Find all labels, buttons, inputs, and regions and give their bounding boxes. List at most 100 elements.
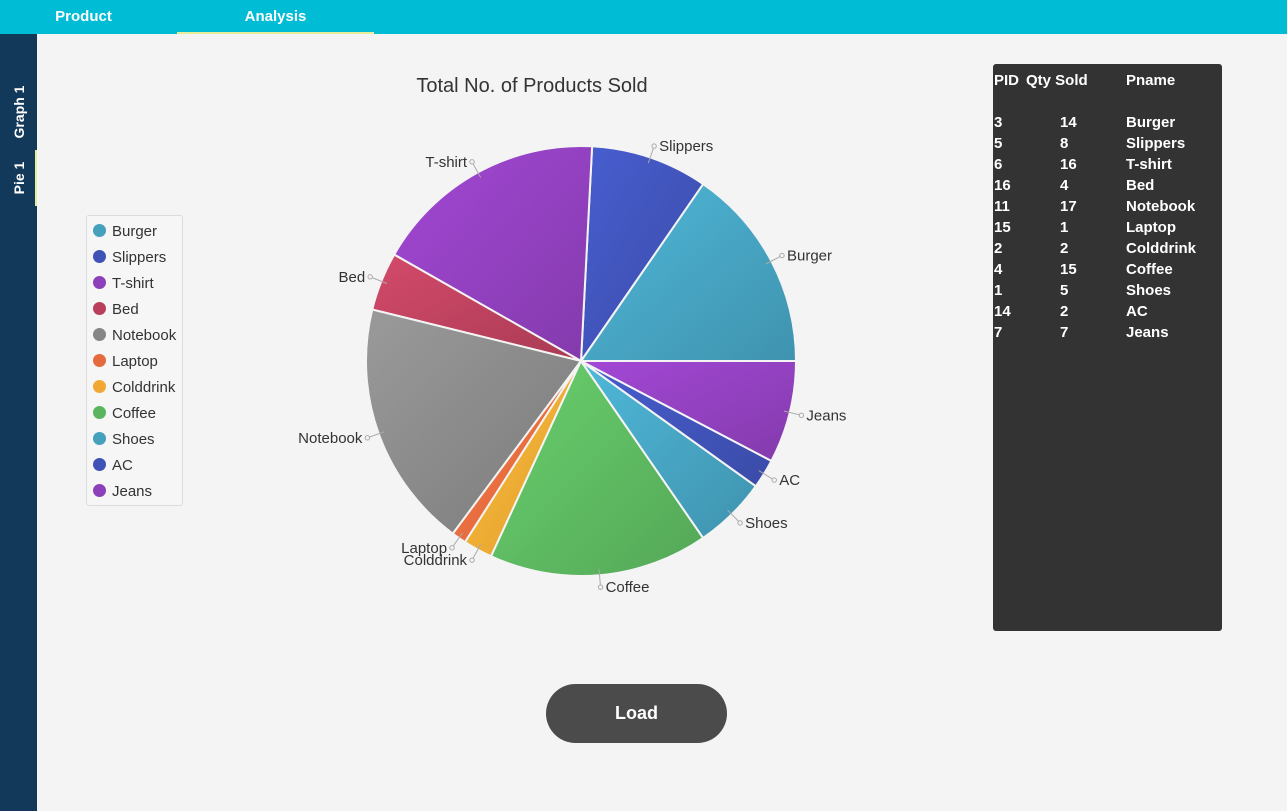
legend-swatch bbox=[93, 354, 106, 368]
cell-qty-sold: 7 bbox=[1060, 324, 1069, 341]
chart-title: Total No. of Products Sold bbox=[416, 75, 647, 97]
cell-pid: 1 bbox=[994, 282, 1003, 299]
table-row: 2 2 Colddrink bbox=[993, 238, 1222, 259]
pie-slice-label: Bed bbox=[338, 269, 365, 286]
table-row: 4 15 Coffee bbox=[993, 259, 1222, 280]
legend-label: Burger bbox=[112, 223, 158, 240]
cell-qty-sold: 8 bbox=[1060, 135, 1069, 152]
cell-pname: Laptop bbox=[1126, 219, 1176, 236]
legend-swatch bbox=[93, 224, 106, 238]
label-leader-dot bbox=[364, 435, 371, 441]
table-row: 3 14 Burger bbox=[993, 112, 1222, 133]
label-leader-dot bbox=[469, 159, 475, 165]
cell-pid: 6 bbox=[994, 156, 1003, 173]
cell-pname: Bed bbox=[1126, 177, 1155, 194]
pie-slice-label: Jeans bbox=[806, 407, 846, 424]
table-row: 14 2 AC bbox=[993, 301, 1222, 322]
table-row: 15 1 Laptop bbox=[993, 217, 1222, 238]
cell-pid: 4 bbox=[994, 261, 1003, 278]
legend-swatch bbox=[93, 432, 106, 446]
label-leader-dot bbox=[651, 143, 657, 149]
legend-label: AC bbox=[112, 457, 133, 474]
label-leader-dot bbox=[367, 274, 373, 280]
cell-qty-sold: 15 bbox=[1060, 261, 1077, 278]
legend-label: Shoes bbox=[112, 431, 155, 448]
chart-legend: Burger Slippers T-shirt Bed Notebook Laptop Co… bbox=[86, 215, 183, 506]
label-leader-dot bbox=[798, 412, 805, 419]
header-pname: Pname bbox=[1126, 72, 1176, 89]
pie-slice-label: T-shirt bbox=[425, 154, 468, 171]
pie-slice-label: Shoes bbox=[745, 515, 788, 532]
cell-qty-sold: 1 bbox=[1060, 219, 1069, 236]
legend-swatch bbox=[93, 458, 106, 472]
legend-label: Jeans bbox=[112, 483, 153, 500]
side-tab-pie-1[interactable]: Pie 1 bbox=[0, 150, 37, 206]
table-row: 7 7 Jeans bbox=[993, 322, 1222, 343]
cell-pname: Burger bbox=[1126, 114, 1176, 131]
legend-swatch bbox=[93, 250, 106, 264]
legend-item: Bed bbox=[93, 297, 139, 323]
side-tab-strip: Graph 1 Pie 1 bbox=[0, 34, 37, 811]
legend-item: Notebook bbox=[93, 323, 176, 349]
side-tab-graph-1[interactable]: Graph 1 bbox=[0, 74, 37, 150]
cell-pname: Coffee bbox=[1126, 261, 1173, 278]
cell-pname: AC bbox=[1126, 303, 1148, 320]
table-row: 6 16 T-shirt bbox=[993, 154, 1222, 175]
label-leader-dot bbox=[449, 545, 455, 551]
sales-data-panel: PID Qty Sold Pname 3 14 Burger 5 8 Slippers 6 1… bbox=[993, 64, 1222, 631]
cell-pid: 15 bbox=[994, 219, 1011, 236]
table-row: 16 4 Bed bbox=[993, 175, 1222, 196]
cell-pname: Slippers bbox=[1126, 135, 1186, 152]
cell-pid: 14 bbox=[994, 303, 1011, 320]
cell-pid: 16 bbox=[994, 177, 1011, 194]
cell-pname: Colddrink bbox=[1126, 240, 1196, 257]
label-leader-dot bbox=[737, 520, 743, 526]
side-tab-graph-1-label: Graph 1 bbox=[10, 85, 27, 139]
header-qty-sold: Qty Sold bbox=[1026, 72, 1088, 89]
cell-pname: Notebook bbox=[1126, 198, 1196, 215]
pie-slice-label: Coffee bbox=[606, 579, 650, 596]
label-leader-dot bbox=[469, 557, 475, 563]
legend-swatch bbox=[93, 406, 106, 420]
legend-item: Shoes bbox=[93, 427, 155, 453]
cell-pid: 3 bbox=[994, 114, 1003, 131]
cell-qty-sold: 2 bbox=[1060, 240, 1069, 257]
legend-label: Bed bbox=[112, 301, 139, 318]
cell-pname: T-shirt bbox=[1126, 156, 1172, 173]
table-header-row: PID Qty Sold Pname bbox=[993, 70, 1222, 91]
legend-label: Laptop bbox=[112, 353, 158, 370]
table-row: 1 5 Shoes bbox=[993, 280, 1222, 301]
pie-slices bbox=[365, 145, 798, 577]
legend-label: Coffee bbox=[112, 405, 156, 422]
cell-pid: 11 bbox=[994, 198, 1010, 215]
cell-qty-sold: 2 bbox=[1060, 303, 1069, 320]
cell-qty-sold: 17 bbox=[1060, 198, 1077, 215]
pie-slice-label: Notebook bbox=[298, 430, 363, 447]
legend-item: AC bbox=[93, 453, 133, 479]
cell-pid: 2 bbox=[994, 240, 1003, 257]
legend-item: T-shirt bbox=[93, 271, 154, 297]
pie-slice-label: AC bbox=[779, 472, 800, 489]
cell-qty-sold: 14 bbox=[1060, 114, 1077, 131]
legend-label: Colddrink bbox=[112, 379, 176, 396]
pie-slice-label: Burger bbox=[787, 248, 832, 265]
load-button[interactable]: Load bbox=[546, 684, 727, 743]
cell-qty-sold: 16 bbox=[1060, 156, 1077, 173]
cell-pname: Jeans bbox=[1126, 324, 1169, 341]
pie-slice-label: Slippers bbox=[659, 138, 713, 155]
tab-product[interactable]: Product bbox=[0, 0, 167, 34]
top-tab-bar: Product Analysis bbox=[0, 0, 1287, 34]
legend-item: Slippers bbox=[93, 245, 166, 271]
label-leader-dot bbox=[779, 252, 785, 259]
cell-pid: 5 bbox=[994, 135, 1003, 152]
legend-swatch bbox=[93, 328, 106, 342]
legend-item: Laptop bbox=[93, 349, 158, 375]
cell-qty-sold: 5 bbox=[1060, 282, 1069, 299]
cell-qty-sold: 4 bbox=[1060, 177, 1069, 194]
tab-analysis[interactable]: Analysis bbox=[177, 0, 374, 34]
legend-label: Notebook bbox=[112, 327, 177, 344]
legend-swatch bbox=[93, 302, 106, 316]
cell-pid: 7 bbox=[994, 324, 1003, 341]
legend-item: Burger bbox=[93, 219, 157, 245]
legend-item: Coffee bbox=[93, 401, 156, 427]
